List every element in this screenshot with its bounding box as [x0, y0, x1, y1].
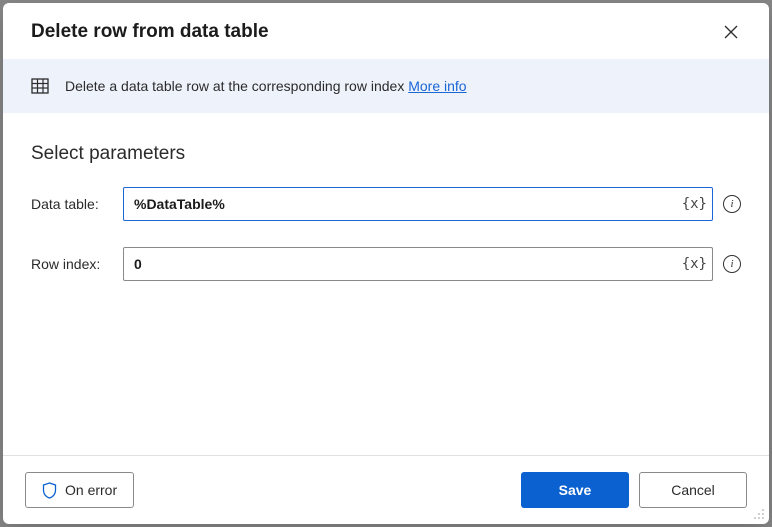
close-icon	[724, 25, 738, 39]
data-table-icon	[31, 77, 49, 95]
on-error-button[interactable]: On error	[25, 472, 134, 508]
param-row-row-index: Row index: {x} i	[31, 247, 741, 281]
footer-actions: Save Cancel	[521, 472, 747, 508]
delete-row-dialog: Delete row from data table Delete a data…	[3, 3, 769, 524]
on-error-label: On error	[65, 482, 117, 498]
row-index-input[interactable]	[123, 247, 713, 281]
param-label: Row index:	[31, 256, 113, 272]
info-icon[interactable]: i	[723, 195, 741, 213]
dialog-footer: On error Save Cancel	[3, 455, 769, 524]
close-button[interactable]	[721, 22, 741, 42]
info-text: Delete a data table row at the correspon…	[65, 78, 408, 94]
variable-picker-button[interactable]: {x}	[682, 196, 707, 212]
info-bar: Delete a data table row at the correspon…	[3, 59, 769, 113]
input-wrap: {x}	[123, 247, 713, 281]
dialog-body: Select parameters Data table: {x} i Row …	[3, 113, 769, 455]
dialog-header: Delete row from data table	[3, 3, 769, 59]
cancel-button[interactable]: Cancel	[639, 472, 747, 508]
info-text-wrap: Delete a data table row at the correspon…	[65, 78, 467, 94]
info-icon[interactable]: i	[723, 255, 741, 273]
shield-icon	[42, 482, 57, 499]
input-wrap: {x}	[123, 187, 713, 221]
section-title: Select parameters	[31, 143, 741, 165]
dialog-title: Delete row from data table	[31, 21, 269, 43]
more-info-link[interactable]: More info	[408, 78, 466, 94]
save-button[interactable]: Save	[521, 472, 629, 508]
data-table-input[interactable]	[123, 187, 713, 221]
param-row-data-table: Data table: {x} i	[31, 187, 741, 221]
resize-grip-icon[interactable]	[751, 506, 765, 520]
variable-picker-button[interactable]: {x}	[682, 256, 707, 272]
param-label: Data table:	[31, 196, 113, 212]
